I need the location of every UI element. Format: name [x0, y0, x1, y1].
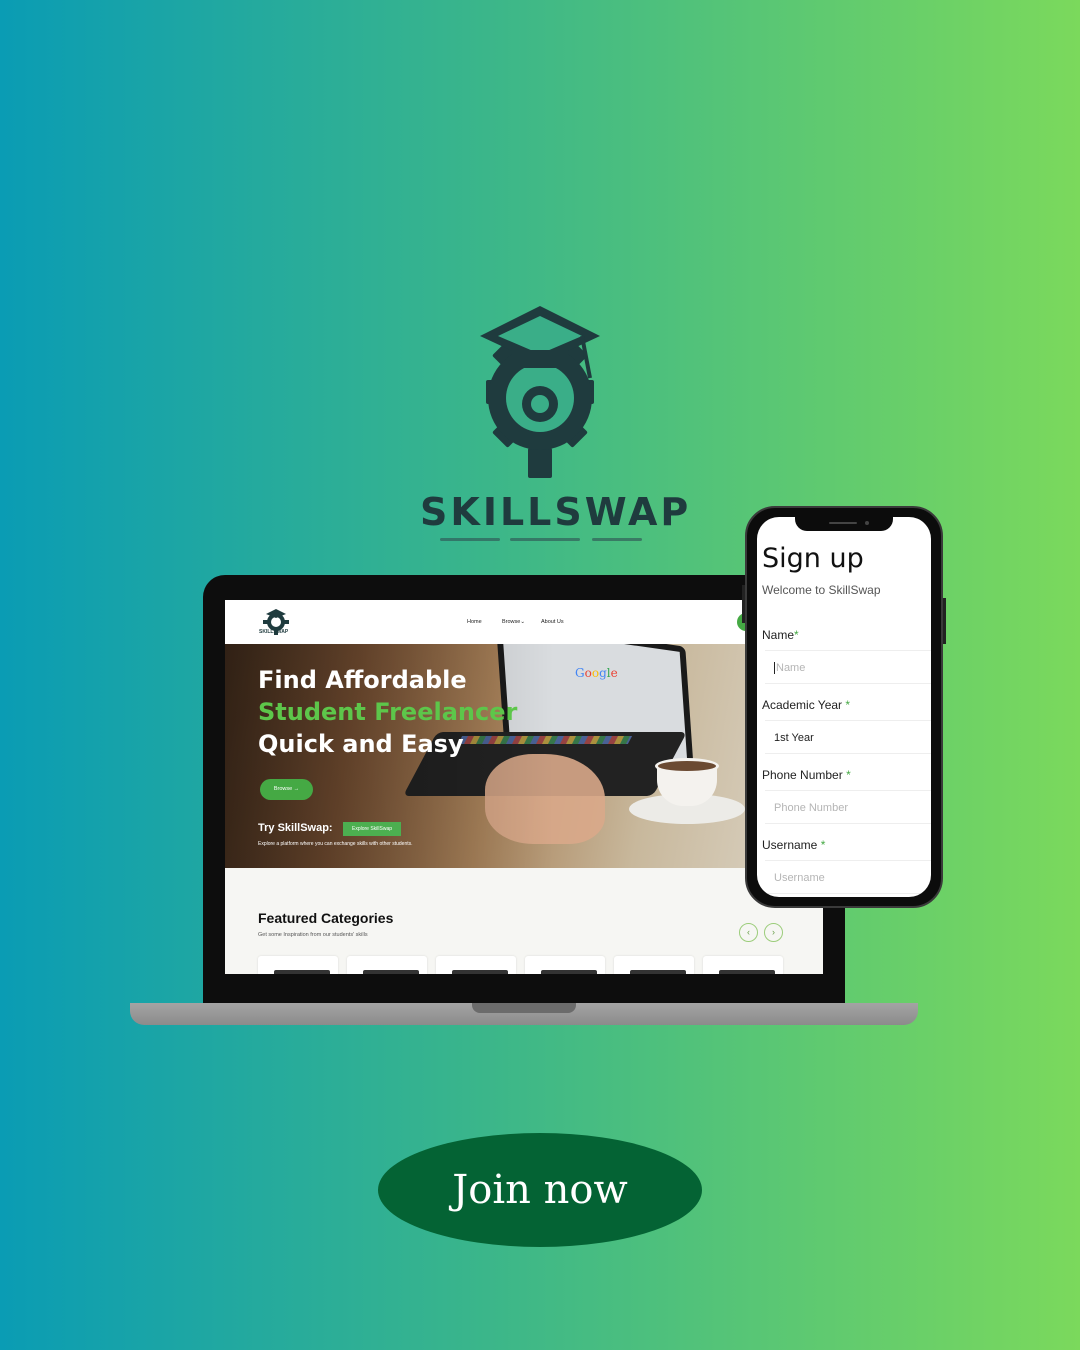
explore-skillswap-button[interactable]: Explore SkillSwap [343, 822, 401, 836]
category-card[interactable] [525, 956, 605, 974]
join-now-button[interactable]: Join now [378, 1133, 702, 1247]
brand-name: SKILLSWAP [420, 490, 692, 534]
chevron-down-icon: ⌄ [520, 619, 525, 625]
featured-title: Featured Categories [258, 910, 394, 926]
browse-button[interactable]: Browse → [260, 779, 313, 800]
phone-number-label: Phone Number * [762, 768, 851, 782]
name-label-text: Name [762, 628, 795, 642]
text-cursor [774, 662, 775, 675]
phone-notch [795, 517, 893, 531]
required-marker: * [794, 628, 799, 642]
phone-number-input[interactable]: Phone Number [765, 790, 931, 824]
nav-browse-label: Browse [502, 619, 521, 625]
nav-browse[interactable]: Browse⌄ [502, 619, 525, 625]
phone-power-button [943, 598, 946, 644]
hero-heading: Find Affordable Student Freelancer Quick… [258, 664, 517, 760]
featured-subtitle: Get some Inspiration from our students' … [258, 932, 368, 938]
site-logo-text: SKILLSWAP [259, 629, 289, 635]
carousel-prev-button[interactable]: ‹ [739, 923, 758, 942]
academic-year-label: Academic Year * [762, 698, 850, 712]
brand-logo: SKILLSWAP [420, 298, 692, 548]
phone-screen: Sign up Welcome to SkillSwap Name* Name … [757, 517, 931, 897]
category-card[interactable] [258, 956, 338, 974]
brand-underline [440, 538, 500, 541]
academic-year-select[interactable]: 1st Year [765, 720, 931, 754]
explore-description: Explore a platform where you can exchang… [258, 841, 413, 847]
phone-number-label-text: Phone Number [762, 768, 843, 782]
site-navbar: SKILLSWAP Home Browse⌄ About Us [225, 600, 823, 644]
username-label: Username * [762, 838, 825, 852]
arrow-right-icon: → [293, 786, 300, 792]
category-card[interactable] [703, 956, 783, 974]
academic-year-label-text: Academic Year [762, 698, 843, 712]
username-label-text: Username [762, 838, 818, 852]
browse-button-label: Browse [273, 786, 293, 792]
chevron-right-icon: › [772, 927, 775, 937]
required-marker: * [845, 698, 851, 712]
signup-subtitle: Welcome to SkillSwap [762, 583, 881, 597]
brand-underline [510, 538, 580, 541]
laptop-notch [472, 1003, 576, 1013]
name-placeholder: Name [776, 662, 806, 674]
category-card[interactable] [347, 956, 427, 974]
signup-title: Sign up [762, 543, 864, 574]
chevron-left-icon: ‹ [747, 927, 750, 937]
hero-line-3: Quick and Easy [258, 730, 464, 758]
category-card[interactable] [436, 956, 516, 974]
carousel-next-button[interactable]: › [764, 923, 783, 942]
nav-home[interactable]: Home [467, 619, 482, 625]
featured-categories-section: Featured Categories Get some Inspiration… [225, 868, 823, 974]
brand-underline [592, 538, 642, 541]
hero-section: Google Find Affordable Student Freelance… [225, 644, 823, 868]
hero-line-1: Find Affordable [258, 666, 467, 694]
try-skillswap-label: Try SkillSwap: [258, 822, 333, 834]
hero-line-2: Student Freelancer [258, 698, 518, 726]
nav-about[interactable]: About Us [541, 619, 564, 625]
name-input[interactable]: Name [765, 650, 931, 684]
gear-graduation-cap-icon [480, 306, 600, 478]
category-card[interactable] [614, 956, 694, 974]
name-label: Name* [762, 628, 799, 642]
phone-volume-button [742, 585, 745, 623]
required-marker: * [820, 838, 826, 852]
username-input[interactable]: Username [765, 860, 931, 894]
laptop-screen: SKILLSWAP Home Browse⌄ About Us Google F… [225, 600, 823, 974]
required-marker: * [846, 768, 851, 782]
